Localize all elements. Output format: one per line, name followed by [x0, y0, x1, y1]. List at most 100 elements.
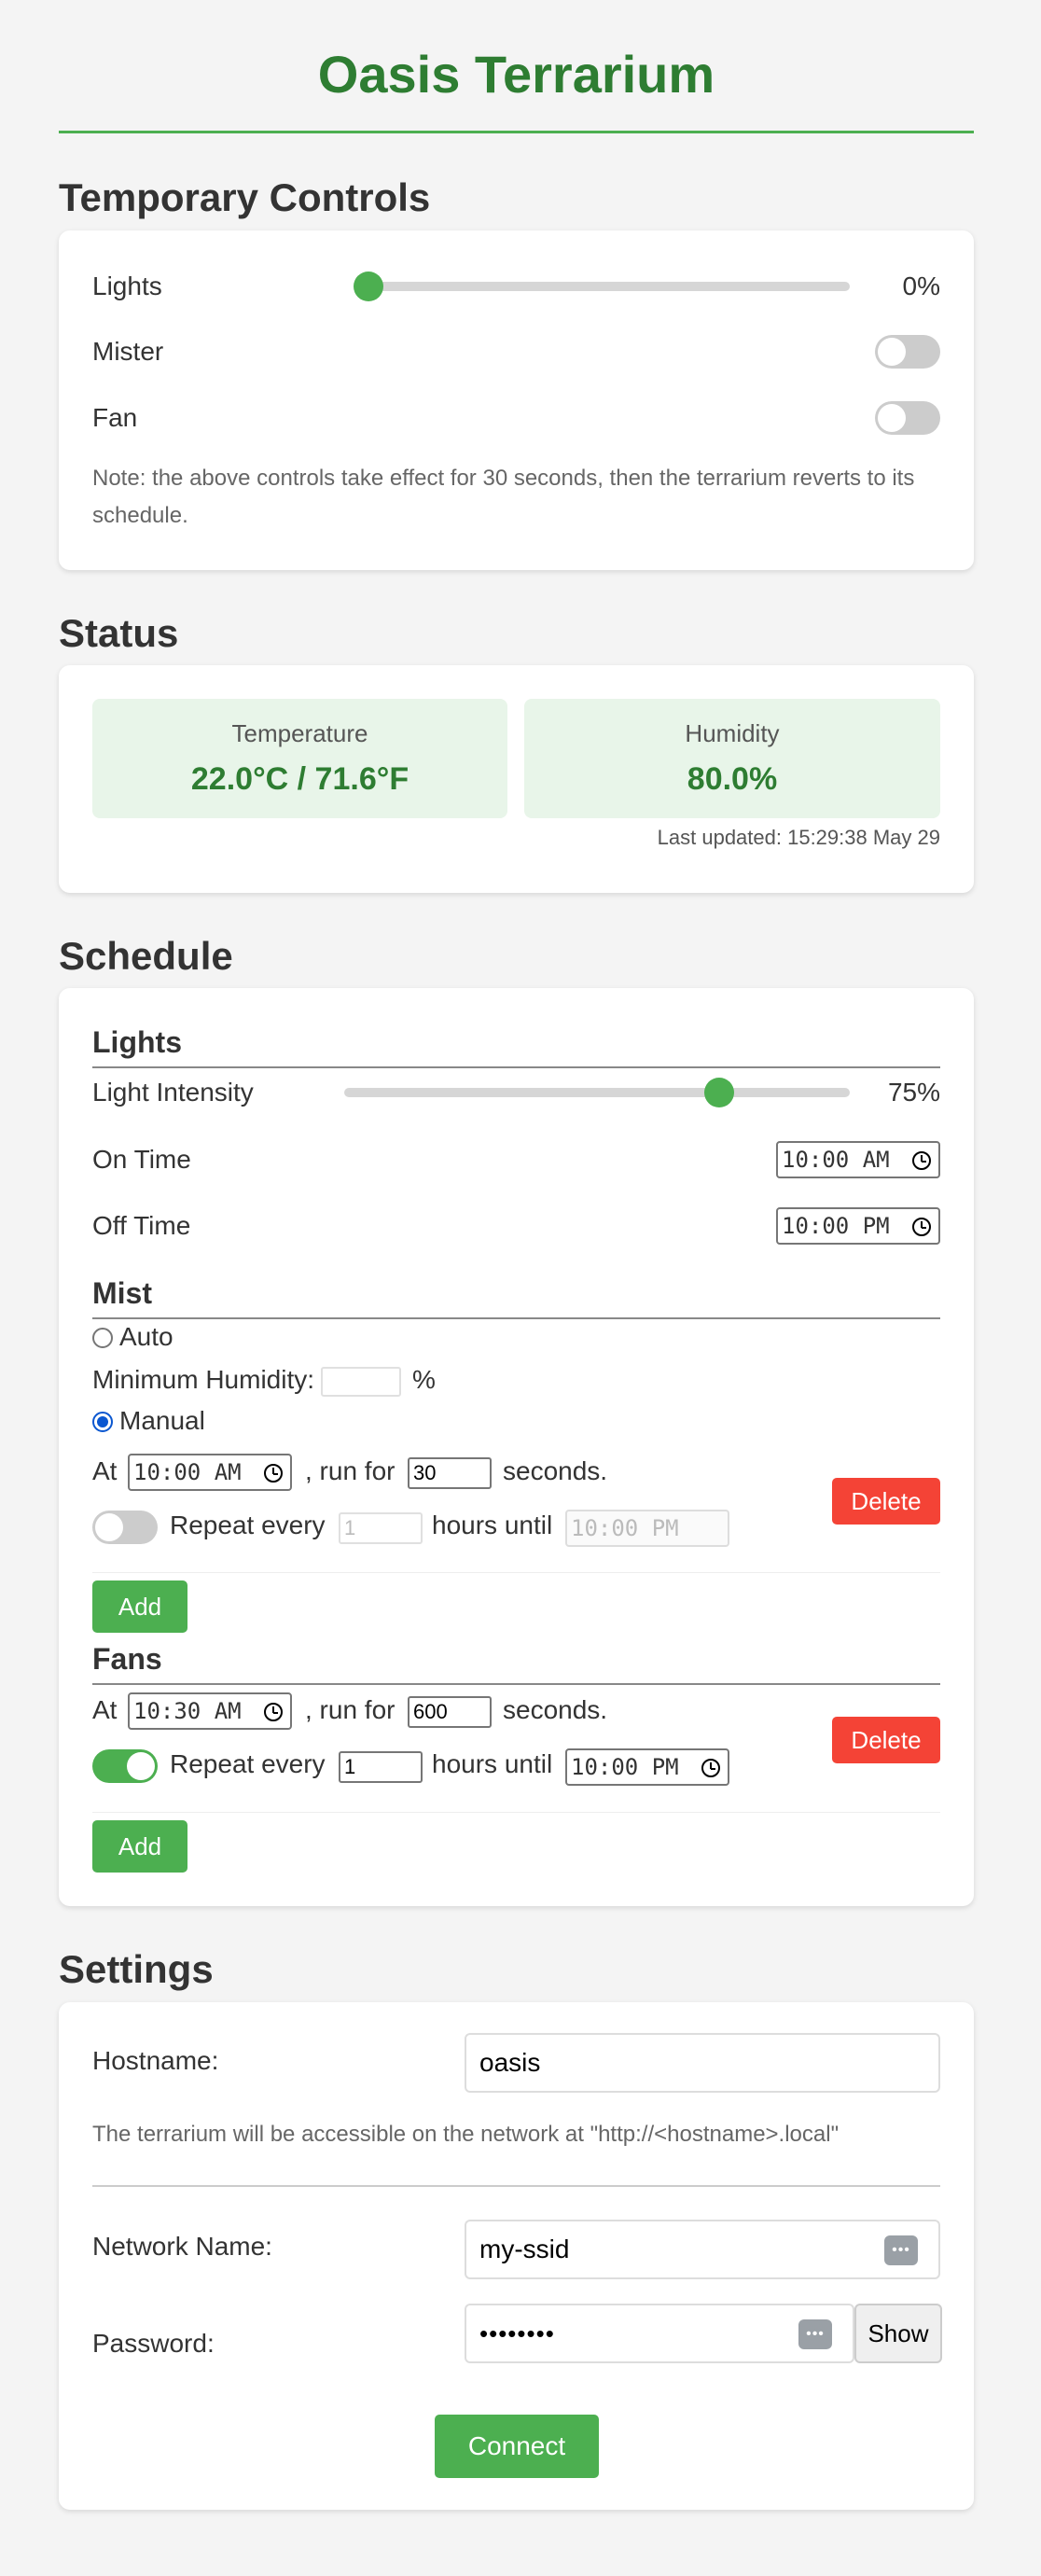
page-title: Oasis Terrarium — [317, 45, 715, 104]
on-time-value: 10:00 AM — [782, 1147, 890, 1173]
off-time-value: 10:00 PM — [782, 1213, 890, 1239]
on-time-input[interactable]: 10:00 AM — [776, 1141, 940, 1178]
password-value: •••••••• — [479, 2318, 555, 2347]
clock-icon[interactable] — [912, 1151, 931, 1170]
mist-until-input[interactable]: 10:00 PM — [565, 1510, 729, 1547]
connect-button[interactable]: Connect — [435, 2415, 599, 2478]
last-updated: Last updated: 15:29:38 May 29 — [657, 826, 940, 849]
fan-at-label: At — [92, 1695, 118, 1724]
lights-slider-handle[interactable] — [354, 272, 383, 301]
mist-delete-button[interactable]: Delete — [832, 1478, 940, 1525]
temporary-controls-card: Lights 0% Mister Fan Note: the above con… — [59, 230, 974, 570]
fan-until-value: 10:00 PM — [571, 1754, 679, 1780]
password-manager-icon[interactable]: ••• — [884, 2235, 918, 2265]
min-humidity-input[interactable] — [321, 1367, 401, 1397]
status-card: Temperature 22.0°C / 71.6°F Humidity 80.… — [59, 665, 974, 893]
mister-toggle[interactable] — [875, 335, 940, 369]
title-divider — [59, 131, 974, 133]
light-intensity-slider-handle[interactable] — [704, 1078, 734, 1107]
mist-repeat-label: Repeat every — [170, 1511, 326, 1539]
clock-icon[interactable] — [912, 1218, 931, 1236]
hostname-note: The terrarium will be accessible on the … — [92, 2122, 840, 2147]
humidity-value: 80.0% — [687, 761, 778, 797]
humidity-label: Humidity — [685, 719, 780, 747]
off-time-input[interactable]: 10:00 PM — [776, 1207, 940, 1245]
fan-time-input[interactable]: 10:30 AM — [128, 1692, 292, 1730]
humidity-panel: Humidity 80.0% — [524, 699, 940, 818]
settings-heading: Settings — [59, 1947, 214, 1991]
network-name-value: my-ssid — [479, 2235, 570, 2263]
clock-icon[interactable] — [264, 1464, 283, 1483]
mister-label: Mister — [92, 337, 164, 366]
on-time-label: On Time — [92, 1145, 191, 1174]
settings-divider — [92, 2185, 940, 2187]
lights-slider[interactable] — [354, 272, 850, 301]
light-intensity-row: Light Intensity 75% — [92, 1074, 940, 1111]
fan-repeat-label: Repeat every — [170, 1749, 326, 1778]
fan-seconds-label: seconds. — [503, 1695, 608, 1724]
fan-repeat-toggle[interactable] — [92, 1749, 158, 1783]
toggle-knob — [878, 338, 906, 366]
light-intensity-value: 75% — [887, 1078, 940, 1107]
hostname-value: oasis — [479, 2048, 541, 2077]
mist-time-input[interactable]: 10:00 AM — [128, 1454, 292, 1491]
lights-label: Lights — [92, 272, 162, 300]
mister-row: Mister — [92, 333, 940, 370]
fan-hours-until-label: hours until — [432, 1749, 553, 1778]
mist-seconds-label: seconds. — [503, 1456, 608, 1485]
mist-repeat-hours-input[interactable]: 1 — [339, 1512, 423, 1544]
toggle-knob — [878, 404, 906, 432]
network-name-label: Network Name: — [92, 2232, 272, 2261]
clock-icon[interactable] — [264, 1703, 283, 1721]
temporary-controls-note: Note: the above controls take effect for… — [92, 466, 915, 528]
fan-time-value: 10:30 AM — [133, 1698, 242, 1724]
lights-row: Lights 0% — [92, 268, 940, 305]
fan-toggle[interactable] — [875, 401, 940, 435]
hostname-input[interactable]: oasis — [465, 2033, 940, 2093]
mist-repeat-toggle[interactable] — [92, 1511, 158, 1544]
mist-add-button[interactable]: Add — [92, 1580, 187, 1633]
fan-until-input[interactable]: 10:00 PM — [565, 1748, 729, 1786]
schedule-lights-heading: Lights — [92, 1022, 940, 1068]
mist-time-value: 10:00 AM — [133, 1459, 242, 1485]
toggle-knob — [95, 1513, 123, 1541]
temperature-value: 22.0°C / 71.6°F — [190, 761, 409, 797]
mist-auto-radio[interactable] — [92, 1328, 113, 1348]
password-label: Password: — [92, 2329, 215, 2358]
password-input[interactable]: •••••••• ••• — [465, 2304, 854, 2363]
fan-divider — [92, 1812, 940, 1813]
lights-value: 0% — [902, 272, 940, 300]
temporary-controls-heading: Temporary Controls — [59, 175, 431, 219]
off-time-label: Off Time — [92, 1211, 191, 1240]
clock-icon[interactable] — [701, 1759, 720, 1777]
network-name-input[interactable]: my-ssid ••• — [465, 2220, 940, 2279]
min-humidity-unit: % — [412, 1365, 436, 1394]
fan-delete-button[interactable]: Delete — [832, 1717, 940, 1763]
fan-add-button[interactable]: Add — [92, 1820, 187, 1873]
hostname-label: Hostname: — [92, 2046, 219, 2075]
min-humidity-label: Minimum Humidity: — [92, 1365, 315, 1394]
off-time-row: Off Time 10:00 PM — [92, 1205, 940, 1246]
mist-manual-label: Manual — [119, 1406, 205, 1435]
schedule-card: Lights Light Intensity 75% On Time 10:00… — [59, 988, 974, 1906]
mist-auto-label: Auto — [119, 1322, 174, 1351]
mist-manual-radio[interactable] — [92, 1412, 113, 1432]
light-intensity-slider[interactable] — [344, 1078, 850, 1107]
mist-duration-input[interactable]: 30 — [408, 1457, 492, 1489]
settings-card: Hostname: oasis The terrarium will be ac… — [59, 2002, 974, 2510]
schedule-mist-heading: Mist — [92, 1273, 940, 1319]
fan-run-for-label: , run for — [305, 1695, 396, 1724]
fan-duration-input[interactable]: 600 — [408, 1696, 492, 1728]
fan-label: Fan — [92, 403, 138, 432]
mist-run-for-label: , run for — [305, 1456, 396, 1485]
light-intensity-label: Light Intensity — [92, 1078, 254, 1107]
temperature-panel: Temperature 22.0°C / 71.6°F — [92, 699, 507, 818]
mist-hours-until-label: hours until — [432, 1511, 553, 1539]
show-password-button[interactable]: Show — [854, 2304, 942, 2363]
status-heading: Status — [59, 611, 179, 655]
fan-repeat-hours-input[interactable]: 1 — [339, 1751, 423, 1783]
on-time-row: On Time 10:00 AM — [92, 1139, 940, 1180]
temperature-label: Temperature — [231, 719, 368, 747]
password-manager-icon[interactable]: ••• — [798, 2319, 832, 2349]
mist-until-value: 10:00 PM — [571, 1515, 679, 1541]
